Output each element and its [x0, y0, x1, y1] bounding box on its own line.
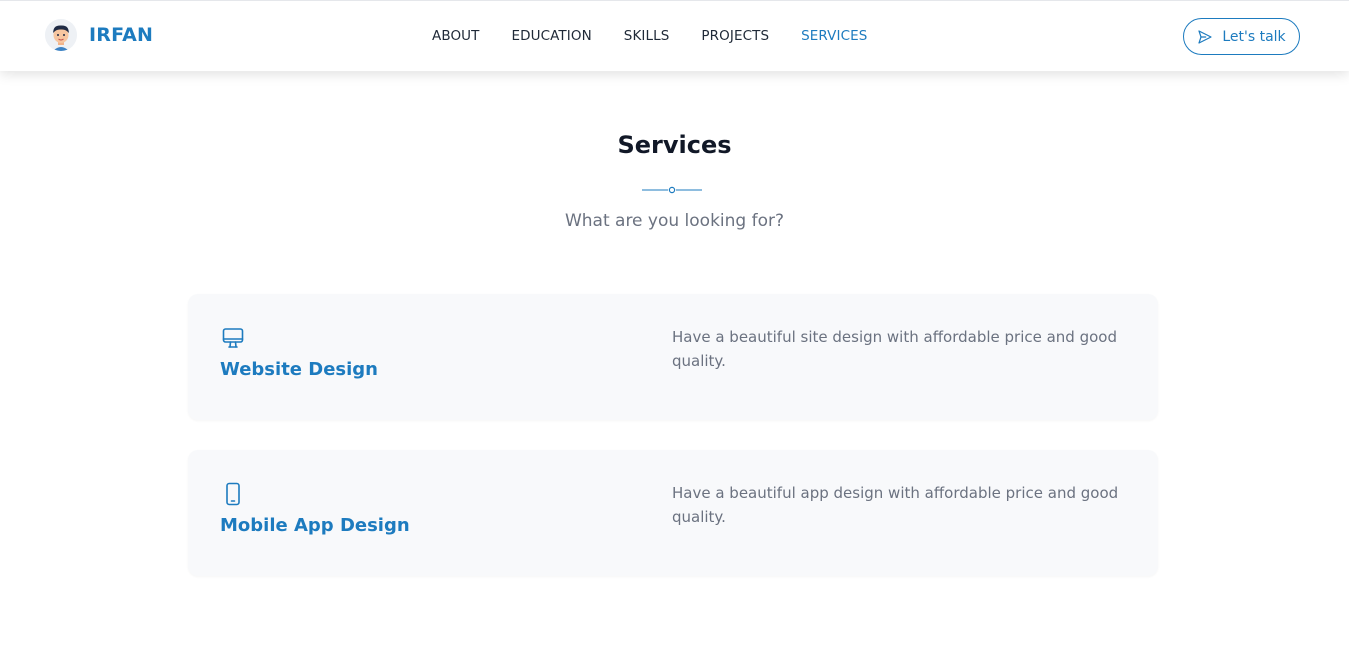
- brand[interactable]: IRFAN: [45, 19, 153, 51]
- main-nav: ABOUT EDUCATION SKILLS PROJECTS SERVICES: [432, 28, 867, 44]
- nav-link-skills[interactable]: SKILLS: [624, 28, 670, 44]
- navbar: IRFAN ABOUT EDUCATION SKILLS PROJECTS SE…: [0, 0, 1349, 71]
- nav-link-education[interactable]: EDUCATION: [512, 28, 592, 44]
- service-description: Have a beautiful site design with afford…: [672, 328, 1117, 370]
- monitor-icon: [222, 328, 244, 348]
- service-card-website-design[interactable]: Website Design Have a beautiful site des…: [188, 294, 1158, 420]
- title-divider: [642, 186, 702, 194]
- section-subtitle: What are you looking for?: [564, 211, 785, 231]
- boy-avatar-icon: [45, 19, 77, 51]
- nav-link-about[interactable]: ABOUT: [432, 28, 480, 44]
- service-title: Mobile App Design: [220, 515, 410, 536]
- nav-link-projects[interactable]: PROJECTS: [701, 28, 769, 44]
- nav-link-services[interactable]: SERVICES: [801, 28, 867, 44]
- lets-talk-button[interactable]: Let's talk: [1183, 18, 1300, 55]
- service-card-mobile-app-design[interactable]: Mobile App Design Have a beautiful app d…: [188, 450, 1158, 576]
- brand-name: IRFAN: [89, 24, 154, 46]
- smartphone-icon: [226, 482, 240, 506]
- lets-talk-label: Let's talk: [1222, 28, 1286, 45]
- service-title: Website Design: [220, 359, 379, 380]
- send-icon: [1198, 29, 1212, 44]
- section-title: Services: [617, 131, 732, 159]
- service-description: Have a beautiful app design with afforda…: [672, 484, 1119, 526]
